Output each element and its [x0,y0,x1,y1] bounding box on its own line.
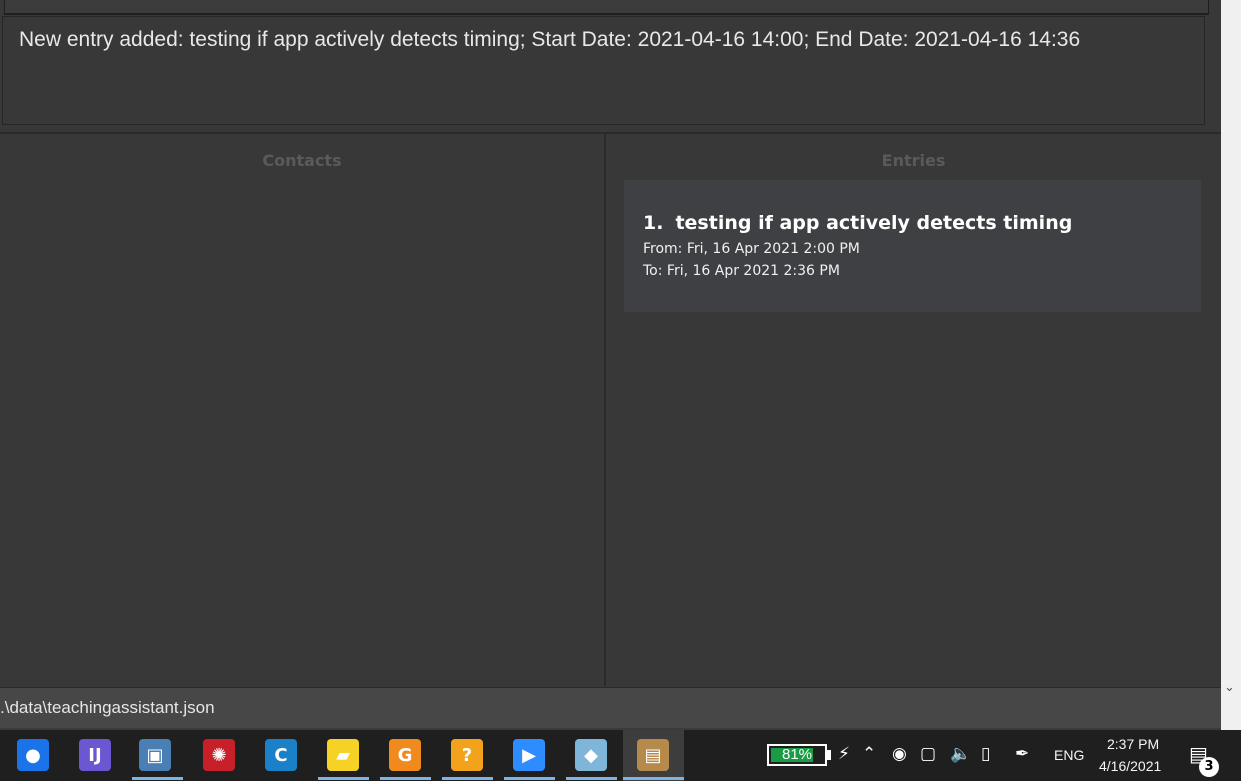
intellij-icon[interactable]: IJ [79,739,111,771]
language-indicator[interactable]: ENG [1054,747,1084,763]
running-indicator [132,777,183,780]
file-tool-icon[interactable]: ? [451,739,483,771]
entry-index: 1. [643,212,664,234]
running-indicator [380,777,431,780]
contacts-title: Contacts [262,151,342,170]
plug-icon: ⚡ [838,744,850,764]
antivirus-icon[interactable]: ✺ [203,739,235,771]
running-indicator [504,777,555,780]
ccleaner-icon[interactable]: C [265,739,297,771]
virtualbox-icon[interactable]: ▣ [139,739,171,771]
running-indicator [623,777,684,780]
clock-date[interactable]: 4/16/2021 [1099,758,1161,774]
battery-percent: 81% [781,746,813,763]
running-indicator [318,777,369,780]
entry-title: 1. testing if app actively detects timing [643,212,1072,234]
pdf-app-icon[interactable]: G [389,739,421,771]
network-icon[interactable]: ▢ [920,744,936,764]
entry-start-time: From: Fri, 16 Apr 2021 2:00 PM [643,241,860,257]
contacts-app-icon[interactable]: ▤ [637,739,669,771]
entry-name: testing if app actively detects timing [675,212,1073,234]
notes-app-icon[interactable]: ◆ [575,739,607,771]
entry-end-time: To: Fri, 16 Apr 2021 2:36 PM [643,263,840,279]
pen-icon[interactable]: ✒ [1015,744,1029,764]
zoom-icon[interactable]: ▶ [513,739,545,771]
chevron-down-icon[interactable]: ⌄ [1224,680,1235,695]
notification-count-badge: 3 [1199,757,1219,777]
record-icon[interactable]: ◉ [892,744,907,764]
data-file-path: .\data\teachingassistant.json [0,698,215,717]
battery-icon[interactable]: ▯ [981,744,990,764]
command-box-edge [0,0,1221,17]
result-message: New entry added: testing if app actively… [19,28,1081,51]
volume-icon[interactable]: 🔈 [950,744,971,764]
entries-panel: Entries 1. testing if app actively detect… [606,134,1221,686]
battery-indicator[interactable]: 81% [767,744,827,766]
battery-tip [827,750,831,760]
app-window: New entry added: testing if app actively… [0,0,1221,728]
taskbar: ● IJ ▣ ✺ C ▰ G? ▶ ◆ ▤ 81% ⚡ ⌃ ◉ ▢ 🔈 ▯ ✒ ENG 2:37 … [0,730,1241,781]
chevron-up-icon[interactable]: ⌃ [862,744,876,764]
running-indicator [566,777,617,780]
result-display: New entry added: testing if app actively… [2,16,1205,125]
sticky-notes-icon[interactable]: ▰ [327,739,359,771]
window-scrollbar[interactable]: ⌄ [1221,0,1241,730]
entry-card[interactable]: 1. testing if app actively detects timing… [624,180,1201,312]
running-indicator [442,777,493,780]
contacts-panel: Contacts [0,134,604,686]
command-input[interactable] [4,0,1209,15]
entries-title: Entries [881,151,946,170]
clock-time[interactable]: 2:37 PM [1107,736,1159,752]
status-bar: .\data\teachingassistant.json [0,687,1221,728]
maps-app-icon[interactable]: ● [17,739,49,771]
